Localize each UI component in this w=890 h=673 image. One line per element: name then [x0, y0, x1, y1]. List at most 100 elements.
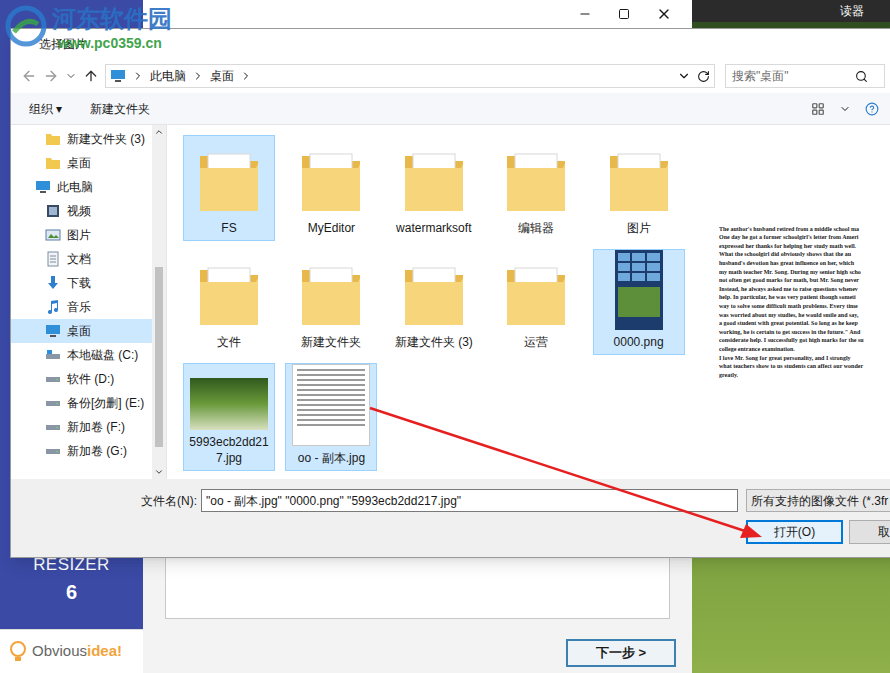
maximize-icon[interactable] — [618, 8, 630, 20]
folder-icon — [403, 146, 465, 216]
computer-icon — [35, 179, 51, 195]
drive-icon — [45, 395, 61, 411]
file-item[interactable]: watermarksoft — [388, 135, 480, 241]
lightbulb-icon — [8, 640, 28, 664]
preview-line: college entrance examination. — [719, 345, 890, 354]
content-area: 新建文件夹 (3)桌面此电脑视频图片文档下载音乐桌面本地磁盘 (C:)软件 (D… — [11, 125, 890, 479]
address-bar[interactable]: 此电脑 桌面 — [105, 64, 715, 88]
file-item[interactable]: 图片 — [593, 135, 685, 241]
preview-line: Instead, he always asked me to raise que… — [719, 285, 890, 294]
app-sidebar-version: 6 — [66, 577, 77, 607]
breadcrumb-item[interactable]: 此电脑 — [150, 67, 186, 85]
recent-icon[interactable] — [65, 70, 77, 82]
preview-line: not often get good marks for math, but M… — [719, 276, 890, 285]
preview-line: I love Mr. Song for great personality, a… — [719, 354, 890, 363]
scroll-up-icon[interactable] — [154, 127, 164, 137]
nav-item[interactable]: 新建文件夹 (3) — [11, 127, 152, 151]
toolbar-button[interactable]: 组织 ▾ — [29, 100, 62, 118]
breadcrumb-item[interactable]: 桌面 — [210, 67, 234, 85]
file-item[interactable]: 编辑器 — [490, 135, 582, 241]
nav-item[interactable]: 桌面 — [11, 319, 152, 343]
search-icon — [855, 70, 868, 83]
preview-line: husband's devotion has great influence o… — [719, 259, 890, 268]
up-icon[interactable] — [83, 68, 99, 84]
toolbar: 组织 ▾ 新建文件夹 — [11, 93, 890, 125]
nav-item[interactable]: 新加卷 (F:) — [11, 415, 152, 439]
file-item[interactable]: oo - 副本.jpg — [285, 363, 377, 471]
dialog-title: 选择图片 — [39, 35, 87, 53]
file-item[interactable]: 5993ecb2dd217.jpg — [183, 363, 275, 471]
nav-scrollbar[interactable] — [152, 125, 166, 479]
watermark-logo-icon — [4, 4, 48, 48]
dialog-button[interactable]: 取 — [849, 520, 890, 544]
nav-item[interactable]: 文档 — [11, 247, 152, 271]
file-type-filter[interactable]: 所有支持的图像文件 (*.3fr — [746, 489, 890, 512]
document-preview: The author's husband retired from a midd… — [719, 225, 890, 380]
folder-icon — [608, 146, 670, 216]
video-icon — [45, 203, 61, 219]
obviousidea-logo: Obviousidea! — [0, 629, 143, 673]
folder-icon — [300, 260, 362, 330]
nav-item[interactable]: 备份[勿删] (E:) — [11, 391, 152, 415]
document-thumbnail — [292, 364, 370, 446]
file-item[interactable]: 新建文件夹 — [285, 249, 377, 355]
file-item[interactable]: 新建文件夹 (3) — [388, 249, 480, 355]
close-icon[interactable] — [656, 6, 672, 22]
help-icon[interactable] — [865, 102, 879, 116]
folder-icon — [505, 146, 567, 216]
preview-pane: The author's husband retired from a midd… — [691, 125, 890, 479]
nav-item[interactable]: 此电脑 — [11, 175, 152, 199]
folder-icon — [300, 146, 362, 216]
preview-line: One day he got a former schoolgirl's let… — [719, 233, 890, 242]
watermark-url: www.pc0359.cn — [52, 34, 172, 52]
next-button[interactable]: 下一步 > — [566, 639, 676, 667]
nav-item[interactable]: 音乐 — [11, 295, 152, 319]
view-icon[interactable] — [811, 102, 825, 116]
preview-line: what teachers show to us students can af… — [719, 362, 890, 371]
folder-icon — [45, 131, 61, 147]
file-item[interactable]: MyEditor — [285, 135, 377, 241]
nav-item[interactable]: 软件 (D:) — [11, 367, 152, 391]
file-item[interactable]: FS — [183, 135, 275, 241]
filename-input[interactable]: "oo - 副本.jpg" "0000.png" "5993ecb2dd217.… — [201, 489, 738, 512]
computer-icon — [110, 69, 126, 83]
dialog-footer: 文件名(N):"oo - 副本.jpg" "0000.png" "5993ecb… — [11, 479, 890, 557]
separator-icon — [240, 70, 252, 82]
forward-icon[interactable] — [43, 68, 59, 84]
nav-item[interactable]: 下载 — [11, 271, 152, 295]
refresh-icon[interactable] — [697, 70, 710, 83]
file-item[interactable]: 0000.png — [593, 249, 685, 355]
preview-line: What the schoolgirl did obviously shows … — [719, 250, 890, 259]
document-icon — [45, 251, 61, 267]
folder-icon — [198, 260, 260, 330]
nav-item[interactable]: 桌面 — [11, 151, 152, 175]
preview-line: was worried about my studies, he would s… — [719, 311, 890, 320]
file-item[interactable]: 运营 — [490, 249, 582, 355]
folder-icon — [505, 260, 567, 330]
drive-icon — [45, 371, 61, 387]
nav-pane: 新建文件夹 (3)桌面此电脑视频图片文档下载音乐桌面本地磁盘 (C:)软件 (D… — [11, 125, 167, 479]
nav-item[interactable]: 新加卷 (G:) — [11, 439, 152, 463]
photo-caption: 读器 — [840, 2, 864, 20]
file-item[interactable]: 文件 — [183, 249, 275, 355]
picture-icon — [45, 227, 61, 243]
toolbar-button[interactable]: 新建文件夹 — [90, 100, 150, 118]
nav-item[interactable]: 图片 — [11, 223, 152, 247]
nav-item[interactable]: 本地磁盘 (C:) — [11, 343, 152, 367]
preview-line: way to solve some difficult math problem… — [719, 302, 890, 311]
separator-icon — [192, 70, 204, 82]
view-dropdown-icon[interactable] — [839, 103, 851, 115]
system-drive-icon — [45, 347, 61, 363]
scroll-down-icon[interactable] — [154, 467, 164, 477]
dropdown-icon[interactable] — [677, 69, 691, 83]
preview-line: help. In particular, he was very patient… — [719, 293, 890, 302]
button-row: 打开(O)取 — [11, 520, 890, 544]
search-box[interactable]: 搜索"桌面" — [725, 64, 885, 88]
minimize-icon[interactable] — [578, 7, 592, 21]
dialog-button[interactable]: 打开(O) — [746, 520, 843, 544]
address-row: 此电脑 桌面 搜索"桌面" — [11, 59, 890, 93]
back-icon[interactable] — [21, 68, 37, 84]
nav-item[interactable]: 视频 — [11, 199, 152, 223]
annotation-arrow — [0, 0, 890, 673]
photo-thumbnail — [190, 378, 268, 430]
